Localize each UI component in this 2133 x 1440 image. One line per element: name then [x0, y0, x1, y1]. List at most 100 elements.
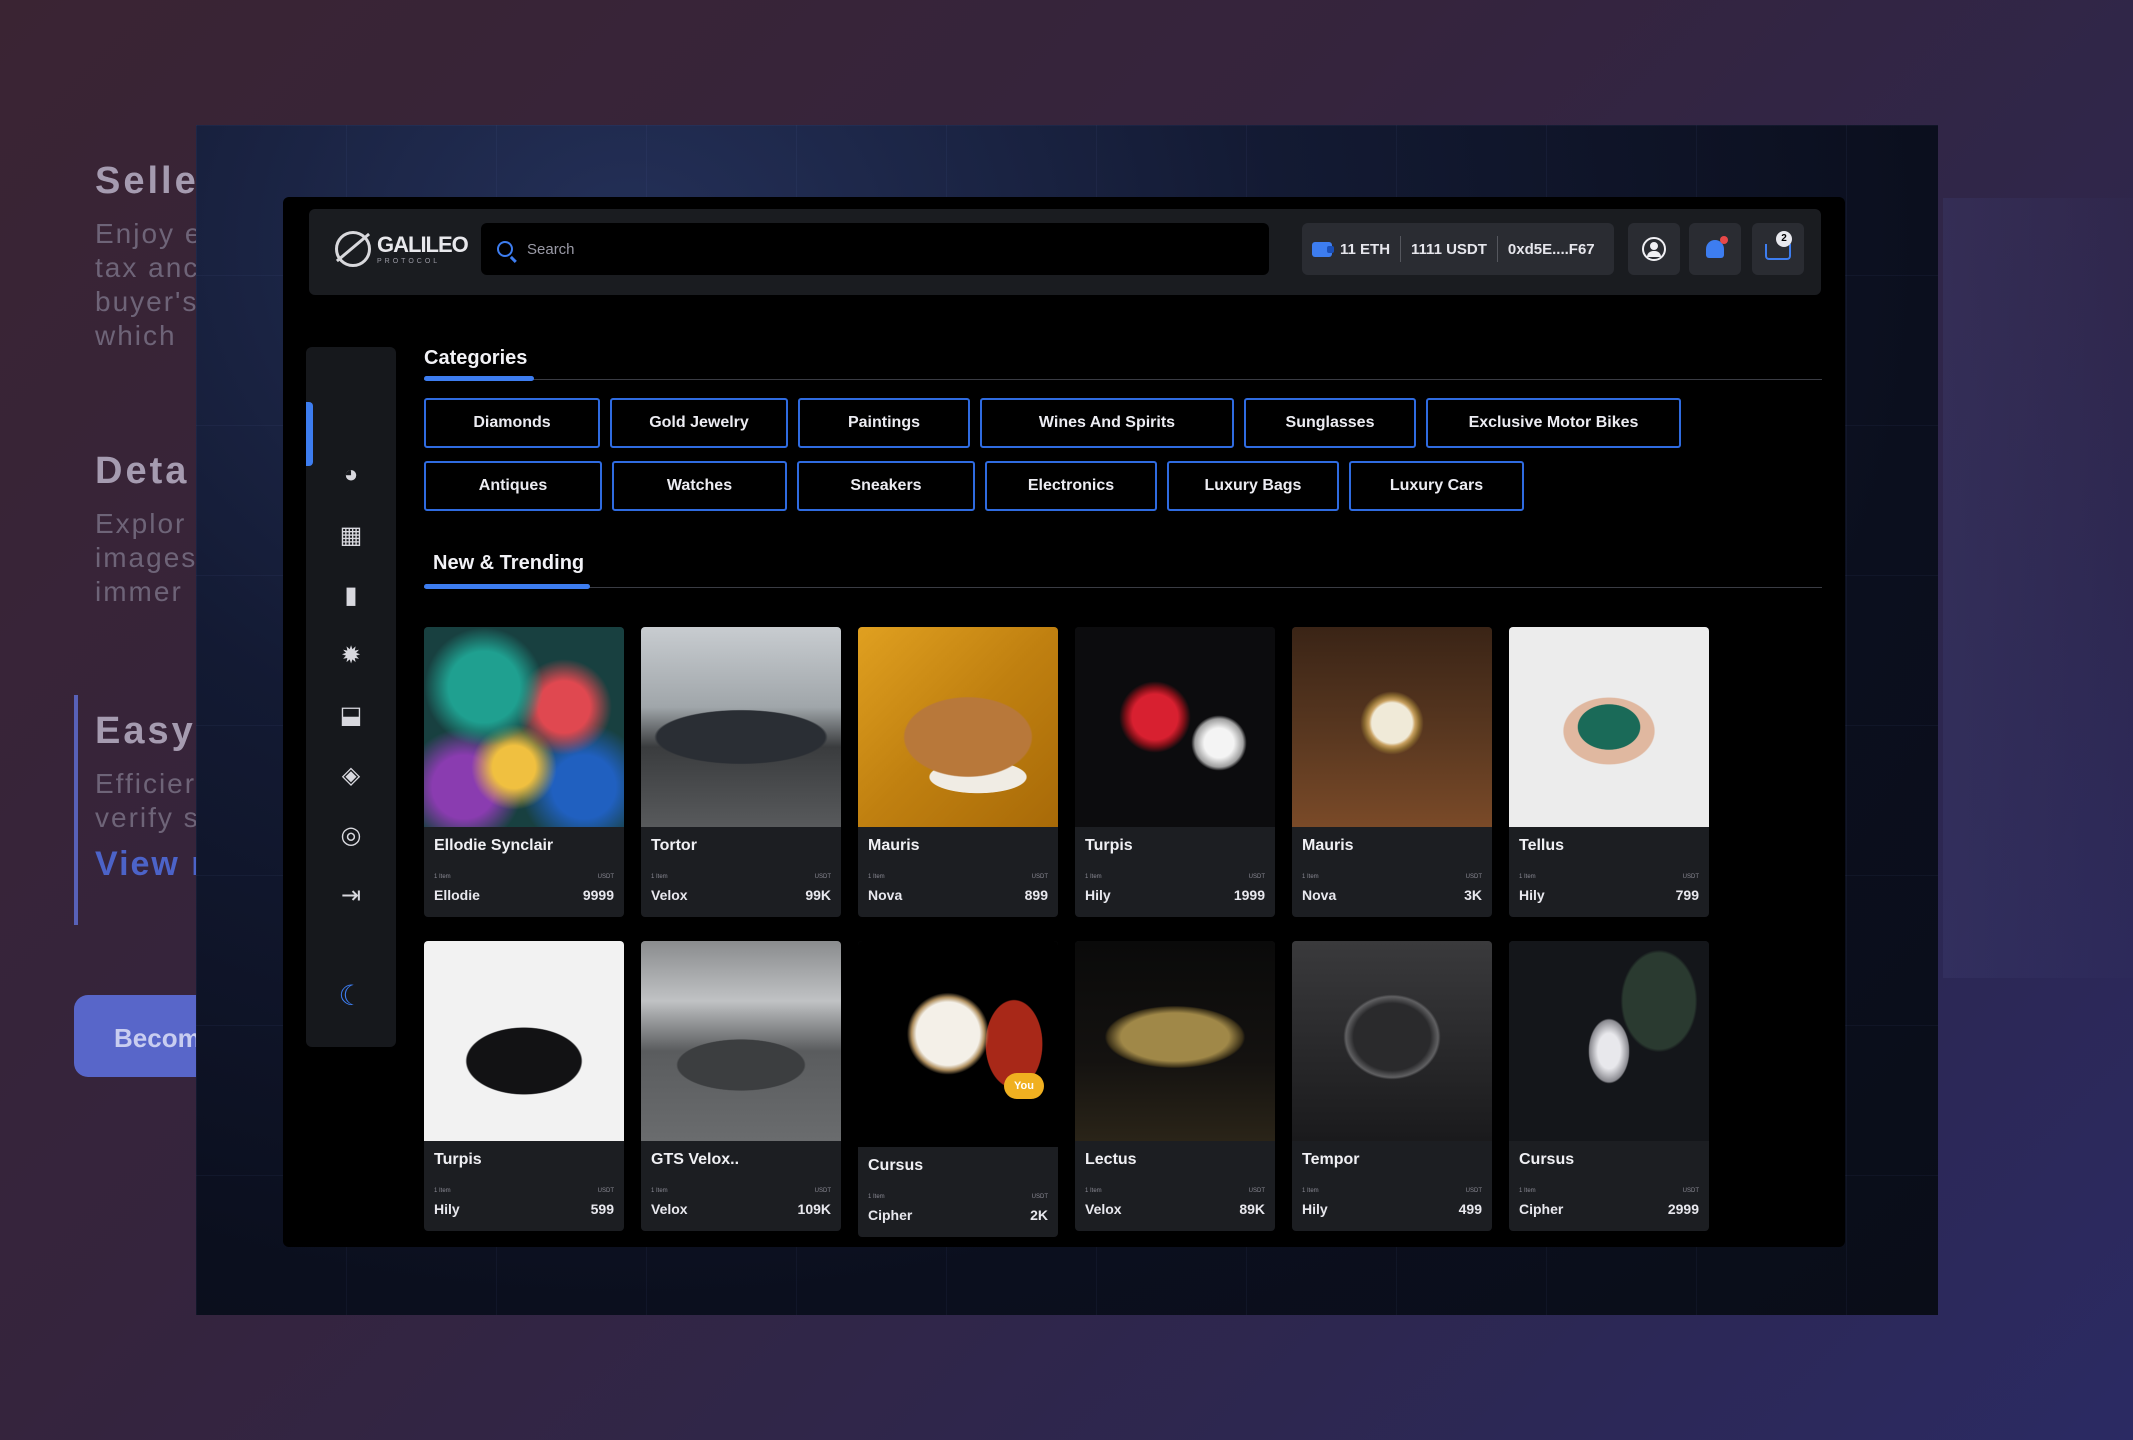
product-card[interactable]: Tortor 1 Item USDT Velox 99K [641, 627, 841, 917]
logout-icon[interactable]: ⇥ [336, 880, 366, 910]
card-seller: Ellodie [434, 887, 480, 903]
divider [424, 587, 1822, 588]
bg-active-bar [74, 695, 78, 925]
currency-label: USDT [597, 874, 614, 880]
logo-subtitle: PROTOCOL [377, 257, 441, 265]
card-price: 89K [1239, 1201, 1265, 1217]
card-price: 9999 [582, 887, 614, 903]
card-title: Turpis [434, 1151, 482, 1168]
category-sunglasses[interactable]: Sunglasses [1244, 398, 1416, 448]
card-price: 1999 [1233, 887, 1265, 903]
product-image [641, 627, 841, 827]
product-card[interactable]: Lectus 1 Item USDT Velox 89K [1075, 941, 1275, 1231]
currency-label: USDT [597, 1188, 614, 1194]
card-title: Lectus [1085, 1151, 1137, 1168]
galileo-logo[interactable]: GALILEO PROTOCOL [335, 231, 469, 267]
category-exclusive-motor-bikes[interactable]: Exclusive Motor Bikes [1426, 398, 1681, 448]
category-diamonds[interactable]: Diamonds [424, 398, 600, 448]
product-card[interactable]: Turpis 1 Item USDT Hily 1999 [1075, 627, 1275, 917]
card-price: 799 [1675, 887, 1699, 903]
top-header: GALILEO PROTOCOL 11 ETH 1111 USDT 0xd5E.… [309, 209, 1821, 295]
sidebar-active-indicator [306, 402, 313, 466]
support-icon[interactable]: ◎ [336, 820, 366, 850]
card-title: Tellus [1519, 837, 1565, 854]
card-seller: Nova [868, 887, 903, 903]
currency-label: USDT [814, 1188, 831, 1194]
card-price: 2999 [1667, 1201, 1699, 1217]
product-card[interactable]: Cursus 1 Item USDT Cipher 2999 [1509, 941, 1709, 1231]
product-image [1509, 941, 1709, 1141]
card-title: Mauris [868, 837, 920, 854]
logo-name: GALILEO [377, 231, 469, 257]
currency-label: USDT [1031, 1194, 1048, 1200]
card-seller: Nova [1302, 887, 1337, 903]
category-gold-jewelry[interactable]: Gold Jewelry [610, 398, 788, 448]
you-badge: You [1004, 1073, 1044, 1099]
moon-icon[interactable]: ☾ [336, 980, 366, 1011]
bell-icon [1706, 236, 1728, 258]
item-count-label: 1 Item [434, 1188, 451, 1194]
bookmark-icon[interactable]: ▮ [336, 580, 366, 610]
background-panel-right [1943, 198, 2133, 978]
card-seller: Hily [1519, 887, 1545, 903]
card-title: GTS Velox.. [651, 1151, 740, 1168]
categories-title: Categories [424, 347, 528, 369]
item-count-label: 1 Item [1519, 1188, 1536, 1194]
category-wines-and-spirits[interactable]: Wines And Spirits [980, 398, 1234, 448]
card-price: 499 [1458, 1201, 1482, 1217]
product-card[interactable]: Mauris 1 Item USDT Nova 3K [1292, 627, 1492, 917]
download-tray-icon[interactable]: ⬓ [336, 700, 366, 730]
currency-label: USDT [1465, 874, 1482, 880]
item-count-label: 1 Item [868, 874, 885, 880]
item-count-label: 1 Item [1302, 1188, 1319, 1194]
profile-button[interactable] [1628, 223, 1680, 275]
item-count-label: 1 Item [651, 874, 668, 880]
cart-count-badge: 2 [1776, 231, 1792, 247]
card-seller: Velox [651, 887, 688, 903]
category-luxury-cars[interactable]: Luxury Cars [1349, 461, 1524, 511]
card-title: Cursus [868, 1157, 924, 1174]
bg-text: Explor images immer [95, 508, 198, 607]
product-image [1292, 941, 1492, 1141]
card-seller: Velox [651, 1201, 688, 1217]
screenshot-frame: GALILEO PROTOCOL 11 ETH 1111 USDT 0xd5E.… [196, 125, 1938, 1315]
wallet-summary[interactable]: 11 ETH 1111 USDT 0xd5E....F67 [1302, 223, 1614, 275]
category-paintings[interactable]: Paintings [798, 398, 970, 448]
usdt-balance: 1111 USDT [1411, 240, 1487, 258]
search-input[interactable] [525, 239, 1229, 259]
item-count-label: 1 Item [868, 1194, 885, 1200]
notifications-button[interactable] [1689, 223, 1741, 275]
cart-icon [1765, 244, 1791, 260]
item-count-label: 1 Item [1085, 874, 1102, 880]
card-title: Ellodie Synclair [434, 837, 554, 854]
marketplace-app: GALILEO PROTOCOL 11 ETH 1111 USDT 0xd5E.… [283, 197, 1845, 1247]
bg-view-link[interactable]: View r [95, 845, 207, 884]
category-electronics[interactable]: Electronics [985, 461, 1157, 511]
category-luxury-bags[interactable]: Luxury Bags [1167, 461, 1339, 511]
product-card[interactable]: Tellus 1 Item USDT Hily 799 [1509, 627, 1709, 917]
product-image [424, 941, 624, 1141]
divider [424, 379, 1822, 380]
product-card[interactable]: You Cursus 1 Item USDT Cipher 2K [858, 941, 1058, 1237]
chart-pie-icon[interactable]: ◕ [336, 460, 366, 490]
product-card[interactable]: Turpis 1 Item USDT Hily 599 [424, 941, 624, 1231]
category-watches[interactable]: Watches [612, 461, 787, 511]
product-image [1075, 941, 1275, 1141]
category-sneakers[interactable]: Sneakers [797, 461, 975, 511]
eth-balance: 11 ETH [1340, 240, 1391, 258]
category-antiques[interactable]: Antiques [424, 461, 602, 511]
cart-button[interactable]: 2 [1752, 223, 1804, 275]
card-price: 99K [805, 887, 831, 903]
trending-title: New & Trending [433, 552, 585, 574]
product-card[interactable]: Tempor 1 Item USDT Hily 499 [1292, 941, 1492, 1231]
card-title: Turpis [1085, 837, 1133, 854]
gear-icon[interactable]: ✹ [336, 640, 366, 670]
bg-heading: Deta [95, 450, 190, 492]
card-title: Cursus [1519, 1151, 1575, 1168]
product-card[interactable]: Ellodie Synclair 1 Item USDT Ellodie 999… [424, 627, 624, 917]
product-card[interactable]: GTS Velox.. 1 Item USDT Velox 109K [641, 941, 841, 1231]
store-icon[interactable]: ▦ [336, 520, 366, 550]
tag-icon[interactable]: ◈ [336, 760, 366, 790]
item-count-label: 1 Item [434, 874, 451, 880]
product-card[interactable]: Mauris 1 Item USDT Nova 899 [858, 627, 1058, 917]
